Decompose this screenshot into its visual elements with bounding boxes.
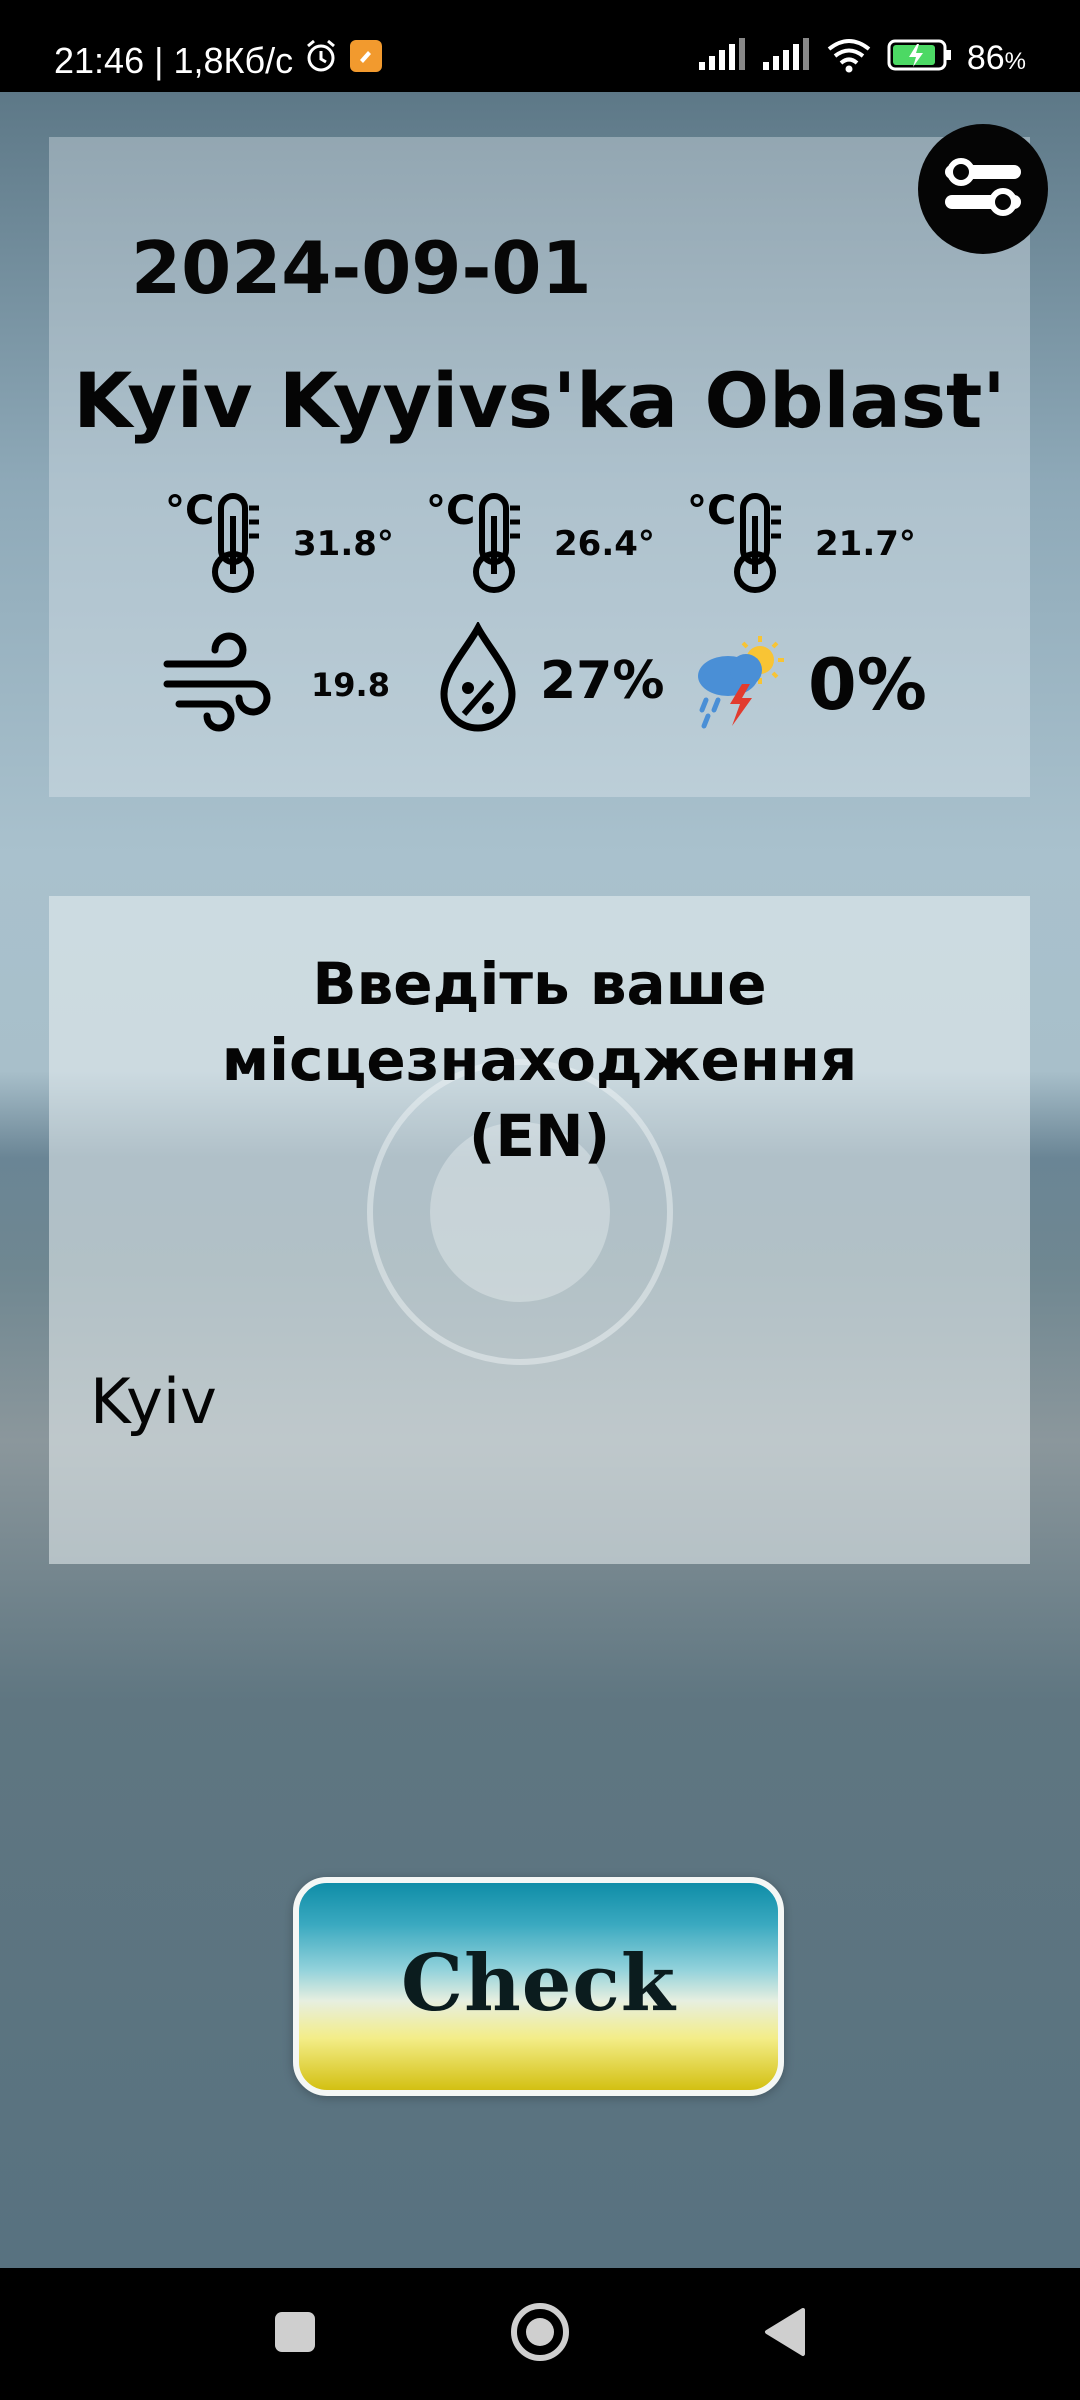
- status-separator: |: [154, 40, 164, 81]
- svg-text:°C: °C: [687, 488, 736, 534]
- square-icon: [272, 2309, 318, 2360]
- alarm-icon: [303, 38, 339, 84]
- temp-now-stat: °C 31.8°: [163, 486, 394, 601]
- precip-value: 0%: [808, 643, 927, 726]
- humidity-stat: 27%: [436, 620, 665, 739]
- status-left: 21:46 | 1,8Кб/с: [54, 38, 383, 84]
- storm-rain-icon: [690, 634, 788, 735]
- precip-stat: 0%: [690, 634, 927, 735]
- input-title-line-3: (EN): [468, 1102, 611, 1170]
- thermometer-celsius-icon: °C: [163, 486, 275, 601]
- notification-app-icon: [349, 39, 383, 83]
- thermometer-celsius-icon: °C: [424, 486, 536, 601]
- wind-stat: 19.8: [161, 632, 390, 737]
- svg-text:°C: °C: [165, 488, 214, 534]
- check-button[interactable]: Check: [293, 1877, 784, 2096]
- temp-now-value: 31.8°: [293, 523, 394, 564]
- wind-icon: [161, 632, 273, 737]
- back-triangle-icon: [761, 2306, 807, 2363]
- humidity-drop-icon: [436, 620, 520, 739]
- navigation-bar: [0, 2268, 1080, 2400]
- status-time: 21:46: [54, 40, 145, 81]
- svg-text:°C: °C: [426, 488, 475, 534]
- input-title: Введіть ваше місцезнаходження (EN): [49, 946, 1030, 1174]
- temp-2-value: 26.4°: [554, 523, 655, 564]
- tune-icon: [941, 155, 1025, 224]
- home-button[interactable]: [480, 2268, 600, 2400]
- temp-3-stat: °C 21.7°: [685, 486, 916, 601]
- temp-2-stat: °C 26.4°: [424, 486, 655, 601]
- battery-icon: [887, 38, 953, 83]
- weather-location: Kyiv Kyyivs'ka Oblast': [73, 356, 1006, 445]
- settings-menu-button[interactable]: [918, 124, 1048, 254]
- signal-icon: [697, 37, 747, 83]
- check-button-label: Check: [401, 1938, 676, 2029]
- signal-icon-2: [761, 37, 811, 83]
- temp-3-value: 21.7°: [815, 523, 916, 564]
- status-network-speed: 1,8Кб/с: [173, 40, 294, 81]
- status-bar: 21:46 | 1,8Кб/с 86%: [0, 0, 1080, 92]
- location-input[interactable]: [88, 1355, 972, 1447]
- recents-button[interactable]: [235, 2268, 355, 2400]
- wifi-icon: [825, 37, 873, 84]
- circle-icon: [509, 2301, 571, 2368]
- status-right: 86%: [697, 36, 1026, 84]
- input-title-line-1: Введіть ваше: [312, 950, 767, 1018]
- input-title-line-2: місцезнаходження: [221, 1026, 858, 1094]
- battery-level: 86%: [966, 39, 1026, 77]
- thermometer-celsius-icon: °C: [685, 486, 797, 601]
- back-button[interactable]: [724, 2268, 844, 2400]
- humidity-value: 27%: [540, 650, 665, 711]
- weather-date: 2024-09-01: [131, 226, 592, 310]
- wind-value: 19.8: [311, 665, 390, 704]
